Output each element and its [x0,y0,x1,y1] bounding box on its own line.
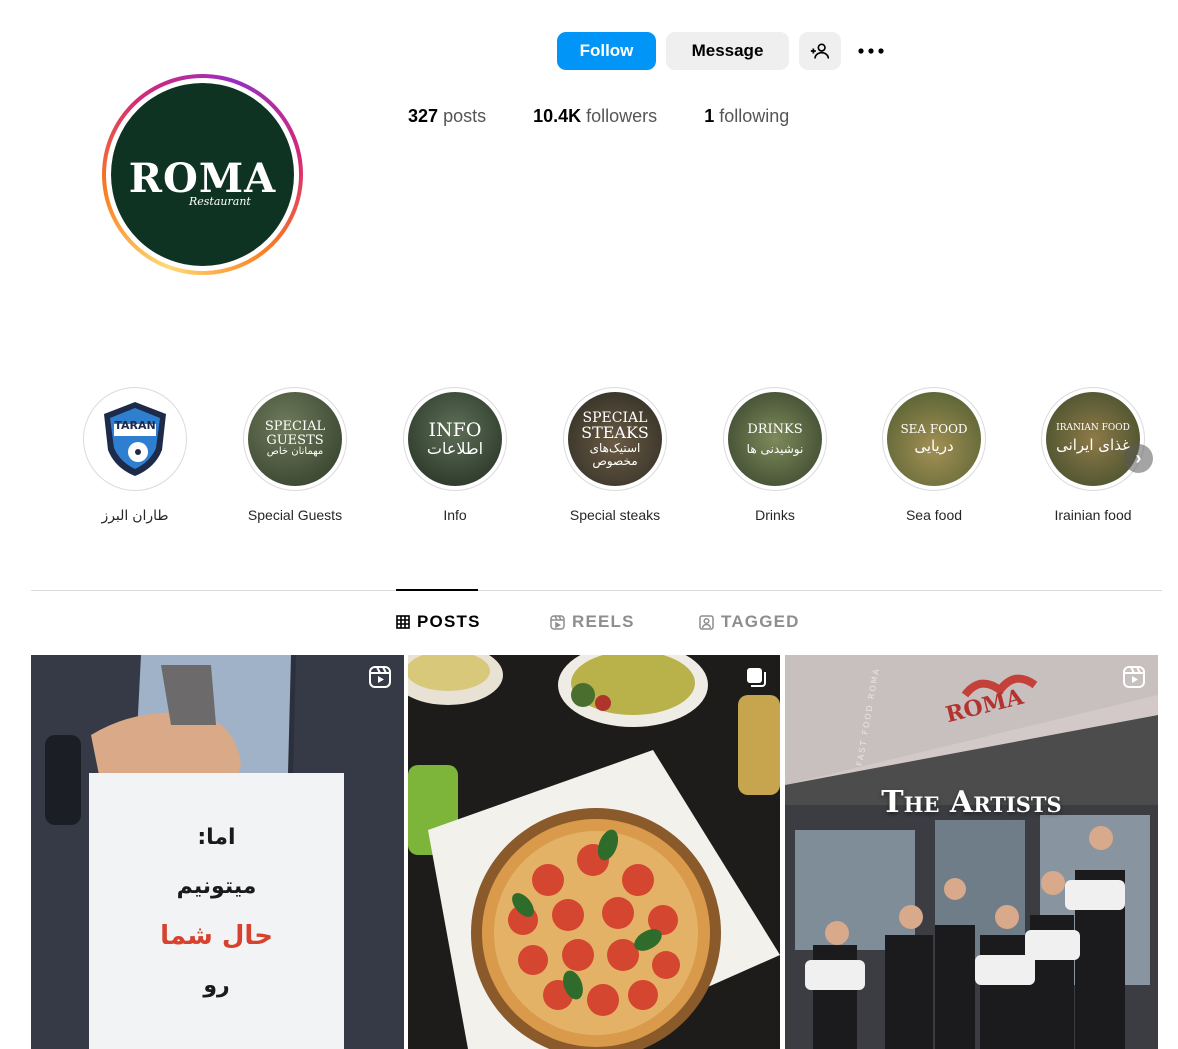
highlight-drinks[interactable]: DRINKS نوشیدنی ها Drinks [700,387,850,523]
highlight-cover: SEA FOOD دریایی [887,392,981,486]
highlight-label: Special steaks [569,507,661,523]
highlight-cover: SPECIAL GUESTS مهمانان خاص [248,392,342,486]
highlight-label: Info [443,507,467,523]
reel-icon [369,666,391,688]
post-sign-line: اما: [197,825,236,850]
highlight-cover-text: دریایی [914,437,954,456]
tab-label: REELS [572,612,635,631]
tab-reels[interactable]: REELS [550,612,635,632]
grid-icon [396,615,410,629]
post-2-image [408,655,780,1049]
tab-label: POSTS [417,612,481,631]
logo-subtext: Restaurant [189,195,251,208]
highlight-sea-food[interactable]: SEA FOOD دریایی Sea food [859,387,1009,523]
highlight-cover-text: نوشیدنی ها [746,441,804,456]
followers-label: followers [586,106,658,126]
post-sign-line: حال شما [160,921,273,951]
profile-avatar-ring[interactable]: ROMA Restaurant [102,74,303,275]
profile-avatar[interactable]: ROMA Restaurant [111,83,294,266]
highlight-cover-text: TARAN [114,419,156,432]
highlight-cover-text: STEAKS [581,423,649,443]
highlight-label: Drinks [755,507,795,523]
highlight-cover-text: DRINKS [747,421,803,437]
tab-tagged[interactable]: TAGGED [699,612,800,632]
followers-count: 10.4K [533,106,582,126]
tabs-divider [31,590,1162,591]
post-tile[interactable]: ROMA FAST FOOD ROMA The Artists [785,655,1158,1049]
post-sign-line: رو [203,973,230,998]
highlight-cover-text: مهمانان خاص [266,446,324,458]
highlight-cover-text: غذای ایرانی [1056,435,1130,454]
more-options-button[interactable] [851,32,891,70]
highlight-cover-text: SPECIAL [264,419,326,435]
reels-icon [550,614,565,630]
post-overlay-title: The Artists [881,785,1062,820]
story-highlights: TARAN طاران البرز SPECIAL GUESTS مهمانان… [83,387,1163,537]
tab-posts[interactable]: POSTS [396,612,481,632]
highlight-cover: DRINKS نوشیدنی ها [728,392,822,486]
posts-label: posts [443,106,487,126]
following-count: 1 [704,106,715,126]
highlight-special-guests[interactable]: SPECIAL GUESTS مهمانان خاص Special Guest… [220,387,370,523]
highlight-cover-text: SEA FOOD [900,421,968,436]
highlight-cover: INFO اطلاعات [408,392,502,486]
profile-stats: 327 posts 10.4K followers 1 following [408,106,836,127]
highlights-next-button[interactable]: › [1124,444,1153,473]
active-tab-indicator [396,589,478,591]
post-tile[interactable]: اما: میتونیم حال شما رو [31,655,404,1049]
highlight-cover-text: استیک‌های [589,441,641,456]
follow-button[interactable]: Follow [557,32,656,70]
highlight-cover-text: INFO [428,418,482,441]
highlight-cover: IRANIAN FOOD غذای ایرانی [1046,392,1140,486]
highlight-special-steaks[interactable]: SPECIAL STEAKS استیک‌های مخصوص Special s… [540,387,690,523]
highlight-cover-text: مخصوص [592,453,638,468]
highlight-cover-text: اطلاعات [426,438,484,458]
highlight-info[interactable]: INFO اطلاعات Info [380,387,530,523]
highlight-cover: TARAN [88,392,182,486]
highlight-ring: SPECIAL STEAKS استیک‌های مخصوص [563,387,667,491]
post-sign-line: میتونیم [176,874,257,899]
highlight-taran[interactable]: TARAN طاران البرز [60,387,210,524]
tab-label: TAGGED [721,612,800,631]
followers-stat[interactable]: 10.4K followers [533,106,657,127]
highlight-cover-text: IRANIAN FOOD [1056,423,1130,434]
highlight-cover-text: GUESTS [266,432,324,448]
highlight-label: Special Guests [247,507,343,523]
post-tile[interactable] [408,655,780,1049]
following-label: following [719,106,790,126]
carousel-icon [747,668,766,687]
posts-grid: اما: میتونیم حال شما رو ROMA FAST FOOD R… [31,655,1158,1049]
following-stat[interactable]: 1 following [704,106,789,127]
highlight-ring: SEA FOOD دریایی [882,387,986,491]
avatar-gap: ROMA Restaurant [106,78,299,271]
highlight-ring: SPECIAL GUESTS مهمانان خاص [243,387,347,491]
highlight-ring: TARAN [83,387,187,491]
highlight-label: Sea food [905,507,963,523]
taran-badge-icon [104,402,166,476]
highlight-ring: IRANIAN FOOD غذای ایرانی [1041,387,1145,491]
reel-icon [1123,666,1145,688]
profile-actions: Follow Message [557,32,891,70]
posts-count: 327 [408,106,439,126]
add-person-icon [810,43,830,59]
suggested-accounts-button[interactable] [799,32,841,70]
chevron-right-icon: › [1135,448,1142,468]
highlight-ring: DRINKS نوشیدنی ها [723,387,827,491]
highlight-cover: SPECIAL STEAKS استیک‌های مخصوص [568,392,662,486]
highlight-label: طاران البرز [101,507,169,523]
posts-stat: 327 posts [408,106,486,127]
highlight-label: Irainian food [1054,507,1132,523]
highlight-ring: INFO اطلاعات [403,387,507,491]
message-button[interactable]: Message [666,32,789,70]
more-dots-icon [858,48,884,54]
tagged-icon [699,614,714,630]
